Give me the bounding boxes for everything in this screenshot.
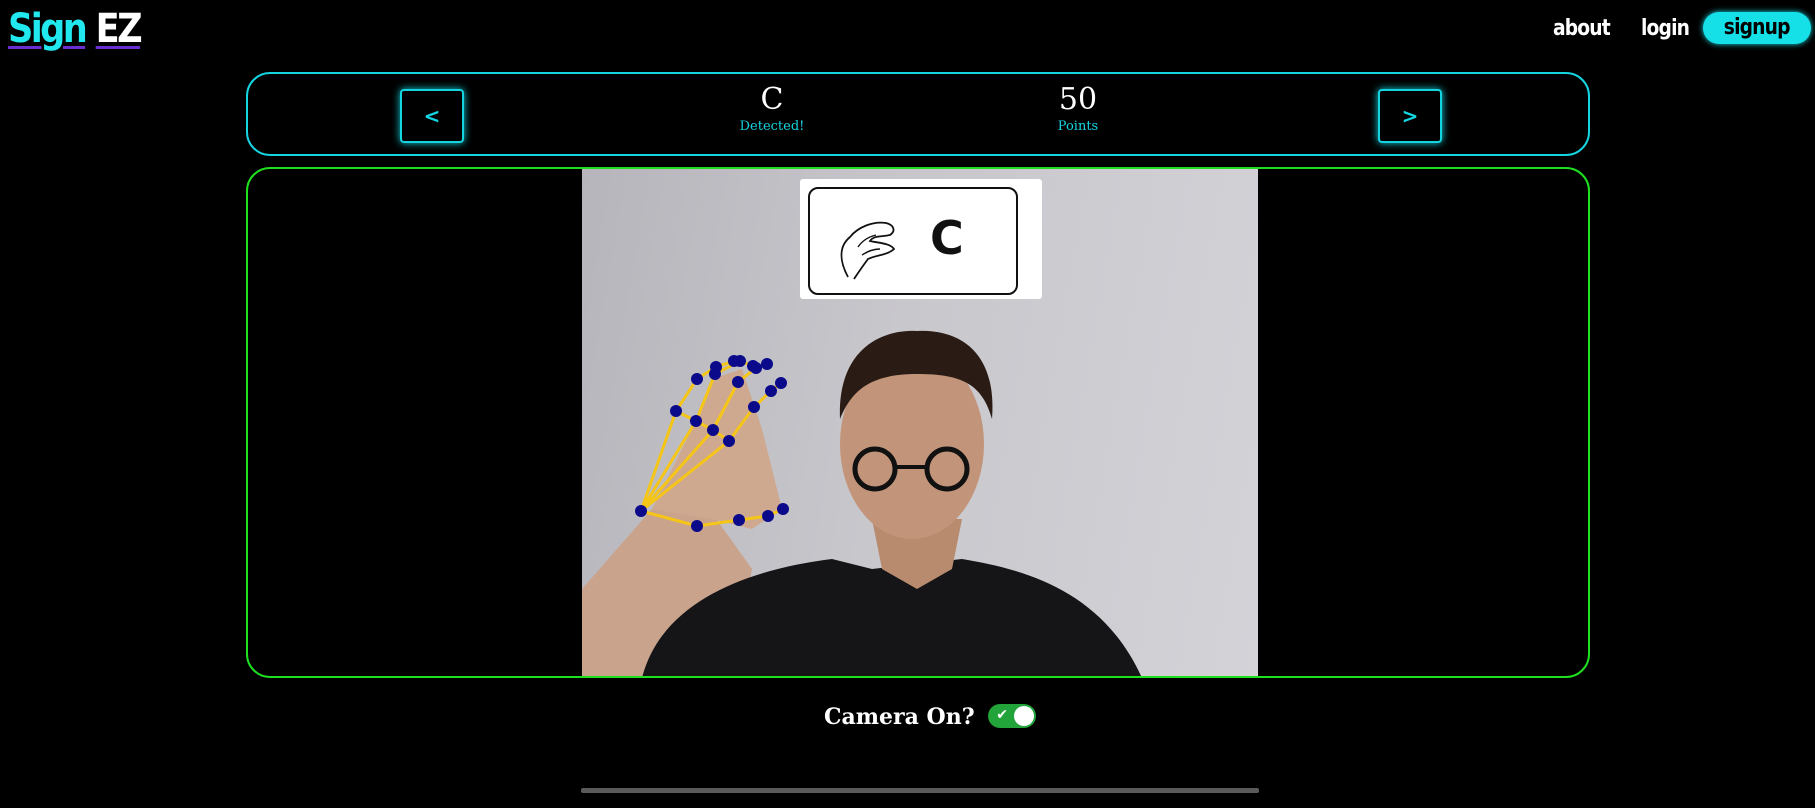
sign-reference-card: C (800, 179, 1042, 299)
camera-toggle-label: Camera On? (824, 704, 975, 730)
hand-sign-illustration-icon (840, 221, 896, 280)
top-nav: about login signup (1515, 11, 1815, 47)
signup-label: signup (1724, 15, 1791, 40)
points-label: Points (1057, 119, 1099, 134)
logo-sign: Sign (8, 6, 88, 52)
points-value: 50 (1058, 82, 1098, 117)
app-logo[interactable]: Sign EZ (8, 4, 143, 54)
sign-reference-frame: C (808, 187, 1018, 295)
current-letter-display: C Detected! (712, 82, 832, 136)
toggle-knob (1014, 706, 1035, 726)
next-letter-button[interactable]: > (1378, 89, 1442, 143)
camera-toggle-switch[interactable]: ✔ (988, 704, 1037, 728)
letter-control-bar: < C Detected! 50 Points > (246, 72, 1590, 156)
nav-signup-button[interactable]: signup (1703, 12, 1811, 44)
nav-about-link[interactable]: about (1553, 11, 1611, 47)
logo-ez: EZ (95, 6, 143, 52)
sign-reference-letter: C (930, 211, 964, 265)
points-display: 50 Points (1018, 82, 1138, 136)
nav-login-link[interactable]: login (1641, 11, 1690, 47)
current-letter: C (760, 82, 784, 117)
check-icon: ✔ (996, 707, 1009, 723)
previous-letter-button[interactable]: < (400, 89, 464, 143)
camera-panel: C (246, 167, 1590, 678)
camera-toggle-row: Camera On? ✔ (824, 702, 1037, 732)
webcam-feed: C (582, 169, 1258, 676)
horizontal-scrollbar[interactable] (581, 788, 1259, 793)
detection-status: Detected! (739, 119, 805, 134)
